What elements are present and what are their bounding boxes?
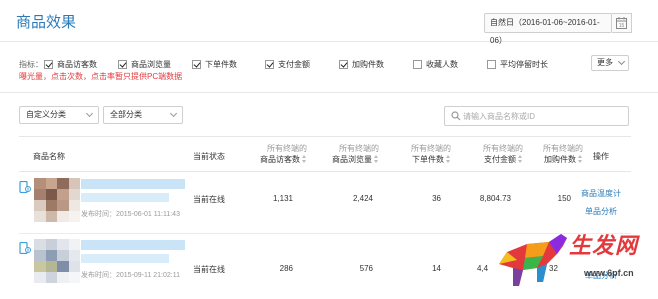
indicator-cart[interactable]: 加购件数 bbox=[339, 57, 384, 71]
indicator-avg-stay[interactable]: 平均停留时长 bbox=[487, 57, 548, 71]
col-payment-sub: 所有终端的 bbox=[483, 144, 523, 153]
checkbox-checked[interactable] bbox=[265, 59, 274, 69]
orders-cell: 36 bbox=[432, 194, 441, 203]
calendar-day: 15 bbox=[619, 23, 625, 29]
visitors-cell: 1,131 bbox=[272, 194, 293, 203]
indicator-avg-stay-label: 平均停留时长 bbox=[500, 59, 548, 69]
search-icon bbox=[451, 111, 461, 121]
more-indicators-button[interactable]: 更多 bbox=[591, 55, 629, 71]
product-title-redacted[interactable] bbox=[81, 179, 185, 189]
all-category-value: 全部分类 bbox=[110, 110, 142, 119]
indicator-payment[interactable]: 支付金额 bbox=[265, 57, 310, 71]
col-orders-label: 下单件数 bbox=[412, 155, 444, 164]
more-label: 更多 bbox=[597, 58, 613, 67]
single-analysis-link[interactable]: 单品分析 bbox=[585, 206, 617, 217]
page-title: 商品效果 bbox=[16, 14, 77, 31]
col-views[interactable]: 所有终端的 商品浏览量 bbox=[315, 143, 379, 165]
all-category-select[interactable]: 全部分类 bbox=[103, 106, 183, 124]
product-thumbnail[interactable] bbox=[34, 239, 80, 283]
date-range-picker[interactable]: 自然日（2016-01-06~2016-01-06） bbox=[484, 13, 612, 45]
payment-cell: 8,804.73 bbox=[479, 194, 511, 203]
col-cart-label: 加购件数 bbox=[544, 155, 576, 164]
watermark-url: www.6pf.cn bbox=[584, 268, 634, 278]
col-cart-sub: 所有终端的 bbox=[543, 144, 583, 153]
indicator-views-label: 商品浏览量 bbox=[131, 59, 171, 69]
product-thermometer-link[interactable]: 商品温度计 bbox=[581, 188, 621, 199]
sort-icon[interactable] bbox=[374, 155, 379, 164]
col-product-name: 商品名称 bbox=[33, 152, 65, 161]
pc-data-warning: 曝光量，点击次数，点击率暂只提供PC端数据 bbox=[19, 72, 183, 81]
indicator-favorites[interactable]: 收藏人数 bbox=[413, 57, 458, 71]
checkbox-unchecked[interactable] bbox=[487, 59, 496, 69]
custom-category-value: 自定义分类 bbox=[26, 110, 66, 119]
indicator-views[interactable]: 商品浏览量 bbox=[118, 57, 171, 71]
indicator-orders[interactable]: 下单件数 bbox=[192, 57, 237, 71]
col-views-sub: 所有终端的 bbox=[339, 144, 379, 153]
custom-category-select[interactable]: 自定义分类 bbox=[19, 106, 99, 124]
product-search[interactable] bbox=[444, 106, 629, 126]
search-input[interactable] bbox=[463, 110, 623, 122]
indicator-visitors[interactable]: 商品访客数 bbox=[44, 57, 97, 71]
indicator-visitors-label: 商品访客数 bbox=[57, 59, 97, 69]
chevron-down-icon bbox=[85, 109, 94, 118]
chevron-down-icon bbox=[169, 109, 178, 118]
col-views-label: 商品浏览量 bbox=[332, 155, 372, 164]
sort-icon[interactable] bbox=[446, 155, 451, 164]
col-payment[interactable]: 所有终端的 支付金额 bbox=[459, 143, 523, 165]
indicator-cart-label: 加购件数 bbox=[352, 59, 384, 69]
checkbox-checked[interactable] bbox=[192, 59, 201, 69]
calendar-button[interactable]: 15 bbox=[612, 13, 632, 33]
views-cell: 2,424 bbox=[352, 194, 373, 203]
mobile-icon bbox=[19, 242, 31, 254]
views-cell: 576 bbox=[359, 264, 373, 273]
checkbox-unchecked[interactable] bbox=[413, 59, 422, 69]
status-cell: 当前在线 bbox=[193, 265, 225, 274]
checkbox-checked[interactable] bbox=[339, 59, 348, 69]
col-visitors-label: 商品访客数 bbox=[260, 155, 300, 164]
sort-icon[interactable] bbox=[302, 155, 307, 164]
product-thumbnail[interactable] bbox=[34, 178, 80, 222]
col-payment-label: 支付金额 bbox=[484, 155, 516, 164]
calendar-icon: 15 bbox=[616, 17, 627, 29]
col-visitors-sub: 所有终端的 bbox=[267, 144, 307, 153]
indicator-label: 指标： bbox=[19, 60, 43, 69]
mobile-icon bbox=[19, 181, 31, 193]
indicator-favorites-label: 收藏人数 bbox=[426, 59, 458, 69]
indicator-payment-label: 支付金额 bbox=[278, 59, 310, 69]
checkbox-checked[interactable] bbox=[44, 59, 53, 69]
indicator-orders-label: 下单件数 bbox=[205, 59, 237, 69]
divider bbox=[0, 92, 658, 93]
col-visitors[interactable]: 所有终端的 商品访客数 bbox=[241, 143, 307, 165]
product-title-redacted bbox=[81, 193, 169, 202]
col-cart[interactable]: 所有终端的 加购件数 bbox=[519, 143, 583, 165]
status-cell: 当前在线 bbox=[193, 195, 225, 204]
visitors-cell: 286 bbox=[279, 264, 293, 273]
watermark-text: 生发网 bbox=[569, 233, 639, 259]
sort-icon[interactable] bbox=[578, 155, 583, 164]
publish-time: 发布时间：2015-06-01 11:11:43 bbox=[81, 211, 180, 218]
header: 商品效果 自然日（2016-01-06~2016-01-06） 15 bbox=[0, 0, 658, 45]
checkbox-checked[interactable] bbox=[118, 59, 127, 69]
col-status: 当前状态 bbox=[193, 152, 225, 161]
orders-cell: 14 bbox=[432, 264, 441, 273]
col-orders-sub: 所有终端的 bbox=[411, 144, 451, 153]
col-actions: 操作 bbox=[593, 152, 609, 161]
cart-cell: 150 bbox=[557, 194, 571, 203]
product-effect-panel: 商品效果 自然日（2016-01-06~2016-01-06） 15 指标： 商… bbox=[0, 0, 658, 299]
publish-time: 发布时间：2015-09-11 21:02:11 bbox=[81, 272, 180, 279]
product-title-redacted[interactable] bbox=[81, 240, 185, 250]
table-header: 商品名称 当前状态 所有终端的 商品访客数 所有终端的 商品浏览量 所有终端的 … bbox=[19, 136, 631, 172]
product-title-redacted bbox=[81, 254, 169, 263]
col-orders[interactable]: 所有终端的 下单件数 bbox=[387, 143, 451, 165]
chevron-down-icon bbox=[617, 57, 626, 66]
